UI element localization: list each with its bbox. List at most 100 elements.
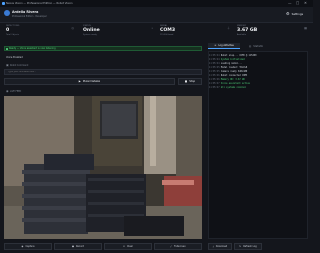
- minimize-button[interactable]: —: [288, 1, 292, 6]
- chart-icon: ▥: [248, 44, 252, 48]
- gear-icon: ⚙: [286, 11, 290, 16]
- stat-memory: MEMORY 3.67 GB Available ▦: [237, 25, 307, 41]
- fullscreen-label: Fullscreen: [174, 245, 186, 248]
- play-icon: ▶: [78, 80, 81, 83]
- log-row: 11:05:26 Robot connected COM3: [209, 74, 247, 77]
- target-icon: ◎: [71, 26, 74, 30]
- download-label: Download: [215, 245, 228, 248]
- trash-icon: ✕: [123, 245, 125, 248]
- log-row: 11:05:27 Voice assistant active: [209, 82, 250, 85]
- tab-statistik[interactable]: ▥ Statistik: [242, 43, 270, 49]
- command-input[interactable]: [4, 69, 202, 75]
- log-row: 11:05:24 System initialized: [209, 58, 245, 61]
- title-bar: Nexus Vision — Professional Edition — Ro…: [0, 0, 313, 7]
- log-time: 11:05:26: [209, 74, 220, 77]
- tab-log-aktivitas[interactable]: ≡ Log Aktivitas: [208, 43, 240, 49]
- memory-icon: ▦: [304, 26, 307, 30]
- capture-button[interactable]: ◉ Capture: [4, 243, 52, 250]
- settings-button[interactable]: ⚙ Settings: [286, 11, 303, 16]
- list-icon: ≡: [214, 44, 217, 47]
- refresh-log-button[interactable]: ↻ Refresh Log: [234, 243, 262, 250]
- camera-icon: ◉: [6, 89, 9, 93]
- log-time: 11:05:25: [209, 66, 220, 69]
- maximize-button[interactable]: □: [296, 1, 299, 6]
- voice-enabled-label: Voice Enabled: [6, 56, 23, 59]
- expand-icon: ⤢: [170, 245, 173, 248]
- record-button[interactable]: ● Record: [54, 243, 102, 250]
- user-name: Ardelia Rivera: [12, 10, 39, 14]
- stat-label: MEMORY: [237, 25, 247, 27]
- close-button[interactable]: ✕: [304, 1, 307, 6]
- app-icon: [2, 2, 5, 5]
- status-banner: Ready — Voice assistant is now listening: [4, 46, 202, 51]
- start-detection-label: Mulai Deteksi: [82, 80, 101, 83]
- status-dot-icon: [6, 48, 8, 50]
- plug-icon: ⏚: [226, 26, 230, 30]
- command-label: Robot Command: [10, 64, 29, 67]
- banner-text: Ready — Voice assistant is now listening: [9, 47, 56, 50]
- record-icon: ●: [72, 245, 75, 248]
- camera-scene: [4, 96, 202, 239]
- log-time: 11:05:25: [209, 70, 220, 73]
- window-title: Nexus Vision — Professional Edition — Ro…: [6, 2, 73, 5]
- activity-log: 11:05:24 Robot siap... COM3 @ 115200 11:…: [208, 51, 308, 239]
- log-message: All systems nominal: [220, 86, 246, 89]
- log-row: 11:05:24 Robot siap... COM3 @ 115200: [209, 54, 256, 57]
- refresh-icon: ↻: [239, 245, 242, 248]
- log-time: 11:05:24: [209, 54, 220, 57]
- camera-feed: [4, 96, 202, 239]
- log-row: 11:05:25 Camera ready 640x480: [209, 70, 247, 73]
- capture-label: Capture: [25, 245, 35, 248]
- log-row: 11:05:25 Model loaded: YOLOv8: [209, 66, 247, 69]
- log-message: Camera ready 640x480: [220, 70, 248, 73]
- live-feed-label: LIVE FEED: [10, 90, 22, 93]
- stat-label: DETECTIONS: [6, 25, 20, 27]
- log-message: System initialized: [220, 58, 245, 61]
- log-message: Model loaded: YOLOv8: [220, 66, 248, 69]
- stat-sub: 115200 baud: [160, 34, 174, 36]
- log-time: 11:05:26: [209, 78, 220, 81]
- signal-icon: ⌁: [151, 26, 153, 30]
- clear-button[interactable]: ✕ Clear: [104, 243, 152, 250]
- camera-icon: ◉: [21, 245, 24, 248]
- stat-value: 3.67 GB: [237, 28, 258, 33]
- stop-icon: ■: [184, 80, 188, 83]
- tab-label: Log Aktivitas: [218, 44, 234, 47]
- stat-value: 0: [6, 28, 10, 33]
- log-time: 11:05:24: [209, 62, 220, 65]
- start-detection-button[interactable]: ▶ Mulai Deteksi: [4, 78, 175, 85]
- log-time: 11:05:27: [209, 82, 220, 85]
- record-label: Record: [76, 245, 84, 248]
- stat-status: STATUS Online System ready ⌁: [83, 25, 153, 41]
- tab-label: Statistik: [253, 44, 264, 48]
- log-message: Loading model...: [220, 62, 242, 65]
- stop-label: Stop: [189, 80, 196, 83]
- avatar: [4, 10, 10, 16]
- download-log-button[interactable]: ⤓ Download: [208, 243, 232, 250]
- robot-icon: ▣: [6, 63, 9, 67]
- stat-label: SERIAL: [160, 25, 168, 27]
- log-message: Robot siap... COM3 @ 115200: [220, 54, 257, 57]
- log-row: 11:05:26 Memory OK: 3.67 GB: [209, 78, 245, 81]
- log-time: 11:05:24: [209, 58, 220, 61]
- log-message: Voice assistant active: [220, 82, 250, 85]
- log-row: 11:05:24 Loading model...: [209, 62, 242, 65]
- log-row: 11:05:27 All systems nominal: [209, 86, 246, 89]
- fullscreen-button[interactable]: ⤢ Fullscreen: [154, 243, 202, 250]
- stat-sub: Total Objects: [6, 34, 19, 36]
- log-time: 11:05:27: [209, 86, 220, 89]
- stat-serial: SERIAL COM3 115200 baud ⏚: [160, 25, 230, 41]
- stat-value: Online: [83, 28, 100, 33]
- refresh-label: Refresh Log: [243, 245, 257, 248]
- stop-button[interactable]: ■ Stop: [178, 78, 202, 85]
- log-message: Memory OK: 3.67 GB: [220, 78, 245, 81]
- stat-detections: DETECTIONS 0 Total Objects ◎: [6, 25, 74, 41]
- stat-sub: Available: [237, 34, 247, 36]
- stat-sub: System ready: [83, 34, 97, 36]
- download-icon: ⤓: [212, 245, 214, 248]
- log-message: Robot connected COM3: [220, 74, 248, 77]
- clear-label: Clear: [126, 245, 133, 248]
- settings-label: Settings: [291, 11, 304, 16]
- user-role: Professional Edition · Developer: [12, 15, 47, 18]
- stat-label: STATUS: [83, 25, 91, 27]
